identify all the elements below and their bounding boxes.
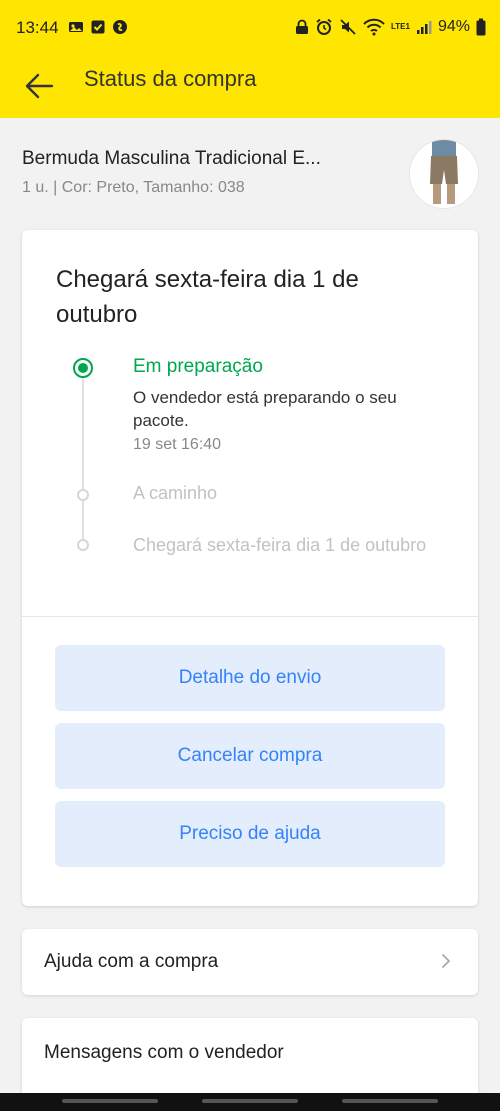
mute-icon	[340, 19, 356, 35]
step-timestamp: 19 set 16:40	[133, 436, 222, 453]
gallery-icon	[69, 22, 83, 32]
signal-icon	[416, 21, 432, 34]
step-title-arrival: Chegará sexta-feira dia 1 de outubro	[133, 535, 427, 555]
app-bar: Status da compra	[0, 56, 500, 118]
product-summary[interactable]: Bermuda Masculina Tradicional E... 1 u. …	[0, 118, 500, 230]
battery-percent: 94%	[437, 18, 470, 35]
messages-row-label: Mensagens com o vendedor	[44, 1042, 284, 1063]
status-bar: 13:44 LTE1 94%	[0, 0, 500, 56]
notification-icons	[68, 19, 128, 35]
product-name: Bermuda Masculina Tradicional E...	[22, 148, 321, 169]
alarm-icon	[316, 18, 332, 35]
arrow-left-icon	[25, 73, 54, 99]
step-title-on-the-way: A caminho	[133, 483, 218, 503]
page-title: Status da compra	[84, 66, 257, 91]
product-thumbnail	[410, 140, 478, 208]
nav-home-button[interactable]	[202, 1099, 298, 1103]
battery-icon	[476, 18, 486, 36]
shazam-icon	[113, 20, 127, 34]
delivery-headline: Chegará sexta-feira dia 1 de outubro	[56, 266, 359, 328]
step-description: O vendedor está preparando o seu pacote.	[133, 388, 397, 430]
divider	[22, 616, 478, 617]
nav-back-button[interactable]	[342, 1099, 438, 1103]
status-card: Chegará sexta-feira dia 1 de outubro Em …	[22, 230, 478, 906]
shipping-detail-button[interactable]: Detalhe do envio	[55, 645, 445, 711]
step-pending-indicator	[77, 489, 89, 501]
status-time: 13:44	[16, 18, 59, 37]
chevron-right-icon	[442, 954, 451, 968]
product-meta: 1 u. | Cor: Preto, Tamanho: 038	[22, 179, 245, 196]
help-row-label: Ajuda com a compra	[44, 951, 219, 972]
lock-icon	[296, 19, 308, 34]
step-active-indicator	[73, 358, 93, 378]
nav-recents-button[interactable]	[62, 1099, 158, 1103]
cancel-purchase-button[interactable]: Cancelar compra	[55, 723, 445, 789]
messages-with-seller-row[interactable]: Mensagens com o vendedor	[22, 1018, 478, 1098]
system-indicators: LTE1 94%	[295, 18, 486, 36]
timeline-line	[82, 368, 84, 544]
step-pending-indicator	[77, 539, 89, 551]
check-box-icon	[91, 20, 105, 34]
help-with-purchase-row[interactable]: Ajuda com a compra	[22, 929, 478, 995]
content-area: Bermuda Masculina Tradicional E... 1 u. …	[0, 118, 500, 1098]
network-type-label: LTE1	[391, 22, 410, 31]
wifi-icon	[363, 18, 385, 36]
system-nav-bar	[0, 1093, 500, 1111]
back-button[interactable]	[22, 68, 58, 104]
shorts-image	[410, 140, 478, 208]
step-title-preparing: Em preparação	[133, 356, 263, 377]
need-help-button[interactable]: Preciso de ajuda	[55, 801, 445, 867]
